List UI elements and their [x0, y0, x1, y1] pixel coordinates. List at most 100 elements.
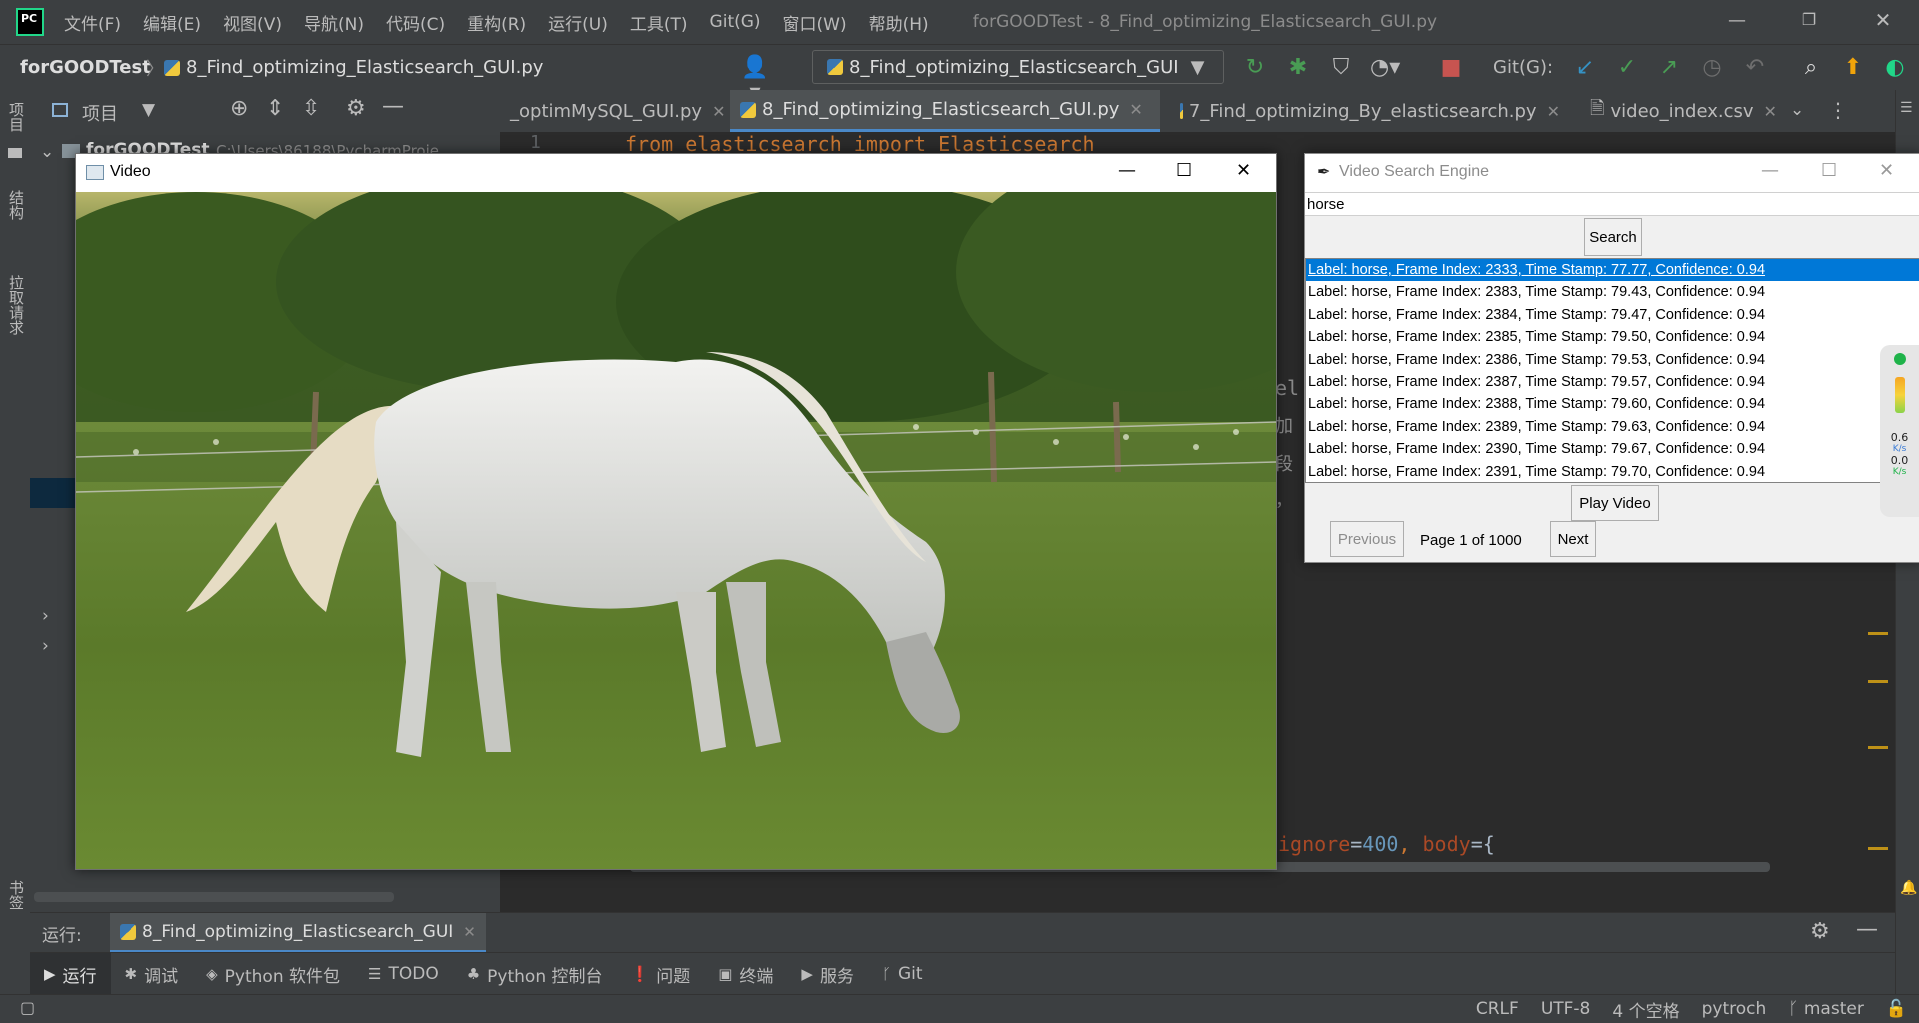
- expand-all-icon[interactable]: ⇕: [266, 96, 284, 121]
- profile-icon[interactable]: ◔▾: [1370, 55, 1400, 80]
- tool-problems[interactable]: ❗ 问题: [617, 953, 705, 995]
- close-icon[interactable]: ✕: [1547, 102, 1560, 121]
- collapse-all-icon[interactable]: ⇳: [302, 96, 320, 121]
- tab-by-elasticsearch[interactable]: 7_Find_optimizing_By_elasticsearch.py ✕: [1170, 90, 1570, 132]
- list-item[interactable]: Label: horse, Frame Index: 2385, Time St…: [1306, 326, 1919, 348]
- results-listbox[interactable]: Label: horse, Frame Index: 2333, Time St…: [1305, 258, 1919, 483]
- git-push-icon[interactable]: ↗: [1654, 55, 1684, 80]
- git-commit-icon[interactable]: ✓: [1612, 55, 1642, 80]
- list-item[interactable]: Label: horse, Frame Index: 2383, Time St…: [1306, 281, 1919, 303]
- breadcrumb-project[interactable]: forGOODTest: [20, 57, 151, 78]
- lock-icon[interactable]: 🔓: [1886, 999, 1907, 1019]
- rollback-icon[interactable]: ↶: [1740, 55, 1770, 80]
- minimize-icon[interactable]: —: [1722, 10, 1752, 31]
- project-panel-title[interactable]: 项目: [82, 100, 118, 126]
- tool-services[interactable]: ▶ 服务: [787, 953, 868, 995]
- coverage-icon[interactable]: ⛉: [1326, 55, 1356, 80]
- minimize-icon[interactable]: —: [1761, 160, 1779, 181]
- run-config-select[interactable]: 8_Find_optimizing_Elasticsearch_GUI ▼: [812, 50, 1224, 84]
- tool-todo[interactable]: ☰ TODO: [354, 953, 453, 995]
- previous-button[interactable]: Previous: [1330, 521, 1404, 557]
- list-item[interactable]: Label: horse, Frame Index: 2386, Time St…: [1306, 349, 1919, 371]
- list-item[interactable]: Label: horse, Frame Index: 2333, Time St…: [1306, 259, 1919, 282]
- python-interpreter[interactable]: pytroch: [1702, 999, 1767, 1019]
- menu-code[interactable]: 代码(C): [386, 10, 445, 35]
- netspeed-widget[interactable]: 0.6 K/s 0.0 K/s: [1880, 345, 1919, 517]
- rerun-icon[interactable]: ↻: [1240, 55, 1270, 80]
- list-item[interactable]: Label: horse, Frame Index: 2388, Time St…: [1306, 393, 1919, 415]
- update-icon[interactable]: ⬆: [1838, 55, 1868, 80]
- database-icon[interactable]: ☰: [1900, 100, 1913, 116]
- menu-view[interactable]: 视图(V): [223, 10, 282, 35]
- list-item[interactable]: Label: horse, Frame Index: 2391, Time St…: [1306, 461, 1919, 482]
- notifications-icon[interactable]: 🔔: [1900, 880, 1917, 896]
- tool-debug[interactable]: ✱ 调试: [111, 953, 193, 995]
- chevron-down-icon[interactable]: ▼: [142, 100, 155, 120]
- horizontal-scrollbar[interactable]: [34, 892, 394, 902]
- close-icon[interactable]: ✕: [1236, 160, 1251, 181]
- debug-icon[interactable]: ✱: [1283, 55, 1313, 80]
- tool-python-packages[interactable]: ◈ Python 软件包: [192, 953, 354, 995]
- list-item[interactable]: Label: horse, Frame Index: 2390, Time St…: [1306, 438, 1919, 460]
- tab-elasticsearch-gui[interactable]: 8_Find_optimizing_Elasticsearch_GUI.py ✕: [730, 90, 1160, 132]
- menu-refactor[interactable]: 重构(R): [467, 10, 526, 35]
- list-item[interactable]: Label: horse, Frame Index: 2389, Time St…: [1306, 416, 1919, 438]
- history-icon[interactable]: ◷: [1697, 55, 1727, 80]
- hide-icon[interactable]: —: [1856, 917, 1878, 942]
- chevron-down-icon[interactable]: ⌄: [40, 142, 54, 162]
- close-icon[interactable]: ✕: [1879, 160, 1894, 181]
- next-button[interactable]: Next: [1550, 521, 1596, 557]
- maximize-icon[interactable]: ☐: [1176, 160, 1192, 181]
- tool-structure[interactable]: 结构: [6, 190, 27, 220]
- close-icon[interactable]: ✕: [712, 102, 725, 121]
- menu-edit[interactable]: 编辑(E): [143, 10, 201, 35]
- close-icon[interactable]: ✕: [463, 923, 476, 941]
- tool-project[interactable]: 项目: [6, 102, 27, 132]
- tool-pull-requests[interactable]: 拉取请求: [6, 275, 27, 335]
- error-stripe-mark[interactable]: [1868, 632, 1888, 635]
- search-titlebar[interactable]: ✒ Video Search Engine — ☐ ✕: [1305, 154, 1919, 192]
- chevron-right-icon[interactable]: ›: [42, 636, 49, 656]
- locate-icon[interactable]: ⊕: [230, 96, 248, 121]
- chevron-down-icon[interactable]: ⌄: [1790, 100, 1804, 120]
- play-video-button[interactable]: Play Video: [1571, 485, 1659, 521]
- gear-icon[interactable]: ⚙: [1810, 919, 1830, 944]
- indent-setting[interactable]: 4 个空格: [1612, 997, 1679, 1022]
- tool-git[interactable]: ᚴ Git: [868, 953, 937, 995]
- stop-icon[interactable]: ■: [1436, 55, 1466, 80]
- git-branch[interactable]: ᚴ master: [1788, 999, 1864, 1019]
- menu-file[interactable]: 文件(F): [64, 10, 121, 35]
- file-encoding[interactable]: UTF-8: [1541, 999, 1591, 1019]
- tab-mysql-gui[interactable]: _optimMySQL_GUI.py ✕: [500, 90, 728, 132]
- breadcrumb-file[interactable]: 8_Find_optimizing_Elasticsearch_GUI.py: [164, 57, 543, 78]
- tool-terminal[interactable]: ▣ 终端: [704, 953, 787, 995]
- run-tab[interactable]: 8_Find_optimizing_Elasticsearch_GUI ✕: [110, 913, 486, 953]
- error-stripe-mark[interactable]: [1868, 746, 1888, 749]
- video-titlebar[interactable]: Video — ☐ ✕: [76, 154, 1276, 192]
- minimize-icon[interactable]: —: [1118, 160, 1136, 181]
- tab-video-index-csv[interactable]: 🗎 video_index.csv ✕: [1580, 90, 1780, 132]
- menu-navigate[interactable]: 导航(N): [304, 10, 364, 35]
- list-item[interactable]: Label: horse, Frame Index: 2387, Time St…: [1306, 371, 1919, 393]
- tool-run[interactable]: ▶ 运行: [30, 953, 111, 995]
- search-input[interactable]: [1305, 192, 1919, 216]
- menu-tools[interactable]: 工具(T): [630, 10, 688, 35]
- close-icon[interactable]: ✕: [1764, 102, 1777, 121]
- menu-help[interactable]: 帮助(H): [869, 10, 929, 35]
- error-stripe-mark[interactable]: [1868, 680, 1888, 683]
- git-update-icon[interactable]: ↙: [1570, 55, 1600, 80]
- gear-icon[interactable]: ⚙: [346, 96, 366, 121]
- restore-icon[interactable]: ❐: [1794, 10, 1824, 29]
- maximize-icon[interactable]: ☐: [1821, 160, 1837, 181]
- hide-icon[interactable]: —: [382, 94, 404, 119]
- search-button[interactable]: Search: [1584, 218, 1642, 256]
- tool-window-toggle-icon[interactable]: ▢: [20, 998, 35, 1017]
- toolbox-icon[interactable]: ◐: [1880, 55, 1910, 80]
- menu-run[interactable]: 运行(U): [548, 10, 608, 35]
- list-item[interactable]: Label: horse, Frame Index: 2384, Time St…: [1306, 304, 1919, 326]
- line-separator[interactable]: CRLF: [1476, 999, 1519, 1019]
- close-icon[interactable]: ✕: [1868, 8, 1898, 32]
- menu-window[interactable]: 窗口(W): [783, 10, 847, 35]
- tool-python-console[interactable]: ♣ Python 控制台: [453, 953, 617, 995]
- chevron-right-icon[interactable]: ›: [42, 606, 49, 626]
